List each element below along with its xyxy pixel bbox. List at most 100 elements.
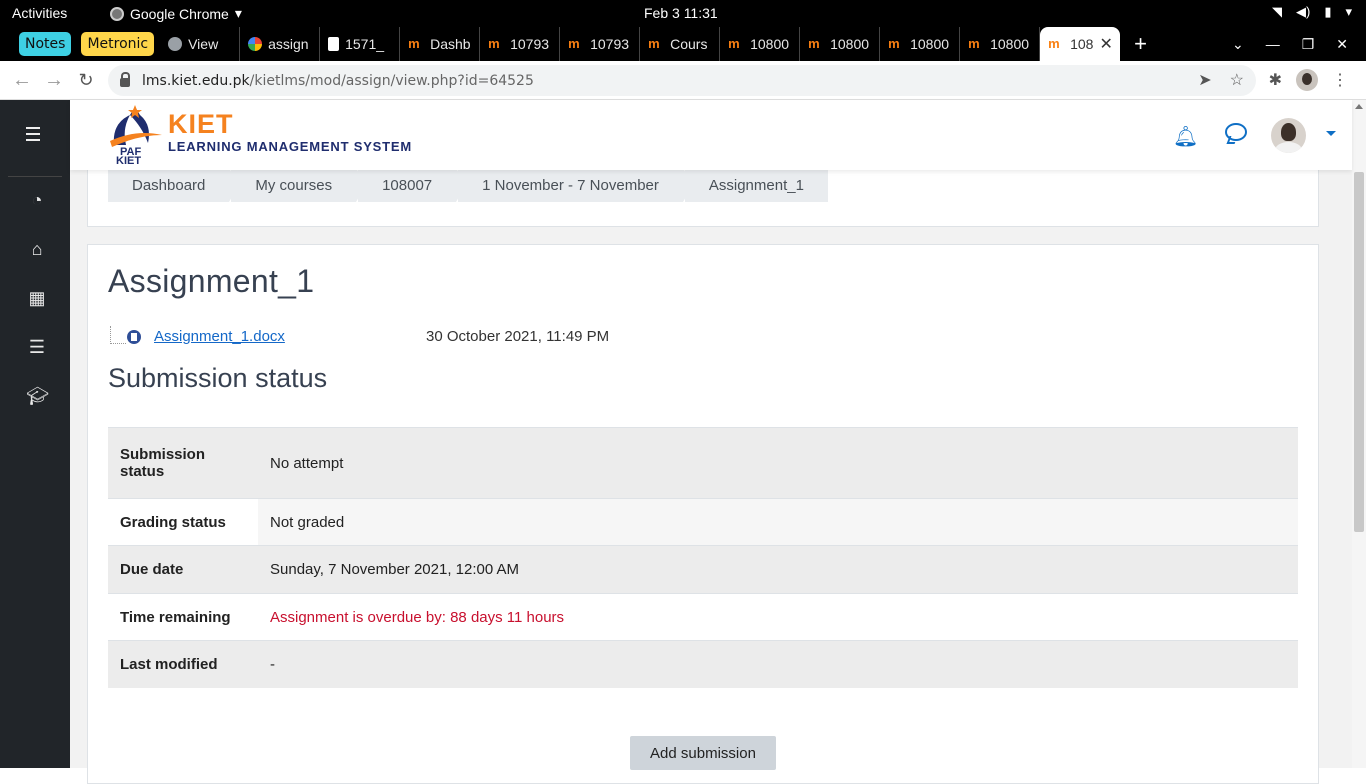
chrome-icon	[110, 6, 124, 21]
google-icon	[248, 37, 263, 51]
moodle-icon: m	[408, 36, 420, 51]
table-row: Time remaining Assignment is overdue by:…	[108, 593, 1298, 641]
user-avatar[interactable]	[1271, 118, 1306, 153]
attachment-date: 30 October 2021, 11:49 PM	[426, 328, 610, 345]
scroll-up-arrow-icon[interactable]	[1355, 104, 1363, 109]
kiet-logo[interactable]: PAF KIET	[108, 105, 164, 165]
address-bar: ← → ↻ lms.kiet.edu.pk/kietlms/mod/assign…	[0, 61, 1366, 100]
close-icon[interactable]: ✕	[1099, 34, 1112, 54]
moodle-icon: m	[808, 36, 820, 51]
tab-title: assign	[268, 36, 309, 52]
profile-avatar[interactable]	[1296, 69, 1318, 91]
user-menu-chevron-down-icon[interactable]	[1326, 131, 1336, 136]
back-icon[interactable]: ←	[6, 69, 38, 92]
tab-title: 108	[1070, 36, 1094, 52]
chevron-down-icon: ▾	[1345, 4, 1352, 19]
activities-button[interactable]: Activities	[12, 5, 67, 21]
tab-title: 10800	[990, 36, 1030, 52]
battery-icon: ▮	[1324, 4, 1332, 19]
moodle-icon: m	[1048, 36, 1060, 51]
notifications-bell-icon[interactable]: 🔔︎	[1173, 124, 1198, 149]
row-label: Grading status	[108, 498, 258, 546]
tab-title: 10793	[590, 36, 630, 52]
bookmark-notes[interactable]: Notes	[19, 32, 72, 56]
row-value: Sunday, 7 November 2021, 12:00 AM	[258, 545, 1298, 594]
moodle-icon: m	[648, 36, 660, 51]
graduation-cap-icon[interactable]: 🎓︎	[26, 385, 49, 407]
doc-icon	[328, 37, 340, 51]
browser-tab[interactable]: m 10800	[960, 27, 1041, 61]
star-icon[interactable]: ☆	[1230, 70, 1244, 90]
wifi-icon: ◥	[1271, 4, 1282, 19]
clock[interactable]: Feb 3 11:31	[644, 5, 718, 21]
forward-icon[interactable]: →	[38, 69, 70, 92]
url-field[interactable]: lms.kiet.edu.pk/kietlms/mod/assign/view.…	[108, 65, 1256, 96]
attachment-link[interactable]: Assignment_1.docx	[154, 328, 285, 345]
browser-tab-active[interactable]: m 108 ✕	[1040, 27, 1121, 61]
browser-tab[interactable]: m 10800	[720, 27, 801, 61]
browser-tab[interactable]: m 10800	[880, 27, 961, 61]
browser-tab[interactable]: m 10800	[800, 27, 881, 61]
breadcrumb-item-my-courses[interactable]: My courses	[231, 168, 366, 202]
app-menu[interactable]: Google Chrome ▾	[110, 5, 242, 22]
tab-title: 10800	[750, 36, 790, 52]
tab-title: 10800	[830, 36, 870, 52]
add-submission-button[interactable]: Add submission	[630, 736, 776, 770]
tab-title: 1571_	[345, 36, 385, 52]
system-tray[interactable]: ◥ ◀) ▮ ▾	[1272, 4, 1352, 20]
breadcrumb-item-week[interactable]: 1 November - 7 November	[458, 168, 693, 202]
bookmark-metronic[interactable]: Metronic	[81, 32, 155, 56]
breadcrumb-item-dashboard[interactable]: Dashboard	[108, 168, 240, 202]
hamburger-menu-icon[interactable]	[26, 127, 40, 145]
breadcrumb: Dashboard My courses 108007 1 November -…	[108, 168, 830, 202]
browser-tab[interactable]: assign	[240, 27, 321, 61]
scrollbar-thumb[interactable]	[1354, 172, 1364, 532]
menu-kebab-icon[interactable]: ⋮	[1332, 70, 1348, 90]
home-icon[interactable]: ⌂	[26, 238, 48, 260]
messages-chat-icon[interactable]	[1225, 123, 1247, 141]
tab-title: 10793	[510, 36, 550, 52]
browser-tab[interactable]: 1571_	[320, 27, 401, 61]
browser-tab[interactable]: View	[160, 27, 241, 61]
extensions-icon[interactable]: ✱	[1269, 70, 1282, 90]
browser-tab[interactable]: m 10793	[560, 27, 641, 61]
calendar-icon[interactable]: ▦	[26, 287, 48, 309]
close-window-icon[interactable]: ✕	[1336, 36, 1348, 53]
page-scrollbar[interactable]	[1352, 100, 1366, 768]
tab-search-icon[interactable]: ⌄	[1232, 36, 1244, 53]
lock-icon[interactable]	[120, 72, 130, 87]
brand-name[interactable]: KIET	[168, 109, 234, 140]
system-top-bar: Activities Google Chrome ▾ Feb 3 11:31 ◥…	[0, 0, 1366, 27]
browser-tab[interactable]: m Cours	[640, 27, 721, 61]
dashboard-gauge-icon[interactable]: ◔	[26, 189, 48, 211]
tab-strip: Notes Metronic View assign 1571_ m Dashb …	[0, 27, 1366, 61]
row-value-overdue: Assignment is overdue by: 88 days 11 hou…	[258, 593, 1298, 641]
tab-title: View	[188, 36, 219, 52]
breadcrumb-item-assignment[interactable]: Assignment_1	[684, 168, 828, 202]
row-label: Time remaining	[108, 593, 258, 641]
moodle-icon: m	[968, 36, 980, 51]
volume-icon: ◀)	[1295, 4, 1311, 19]
list-icon[interactable]: ☰	[26, 336, 48, 358]
moodle-icon: m	[568, 36, 580, 51]
page-title: Assignment_1	[108, 263, 315, 299]
site-header: PAF KIET KIET LEARNING MANAGEMENT SYSTEM…	[70, 100, 1352, 170]
browser-tab[interactable]: m 10793	[480, 27, 561, 61]
minimize-icon[interactable]: —	[1266, 36, 1280, 52]
moodle-icon: m	[888, 36, 900, 51]
maximize-icon[interactable]: ❐	[1302, 36, 1315, 53]
table-row: Last modified -	[108, 640, 1298, 688]
table-row: Due date Sunday, 7 November 2021, 12:00 …	[108, 545, 1298, 594]
breadcrumb-item-course[interactable]: 108007	[358, 168, 467, 202]
browser-tab[interactable]: m Dashb	[400, 27, 481, 61]
moodle-icon: m	[728, 36, 740, 51]
moodle-icon: m	[488, 36, 500, 51]
tab-title: 10800	[910, 36, 950, 52]
new-tab-button[interactable]: +	[1134, 31, 1147, 57]
row-label: Last modified	[108, 640, 258, 688]
send-icon[interactable]: ➤	[1198, 70, 1211, 90]
app-name: Google Chrome	[130, 5, 229, 22]
table-row: Submission status No attempt	[108, 427, 1298, 499]
window-controls: ⌄ — ❐ ✕	[1232, 27, 1366, 61]
reload-icon[interactable]: ↻	[70, 70, 102, 91]
